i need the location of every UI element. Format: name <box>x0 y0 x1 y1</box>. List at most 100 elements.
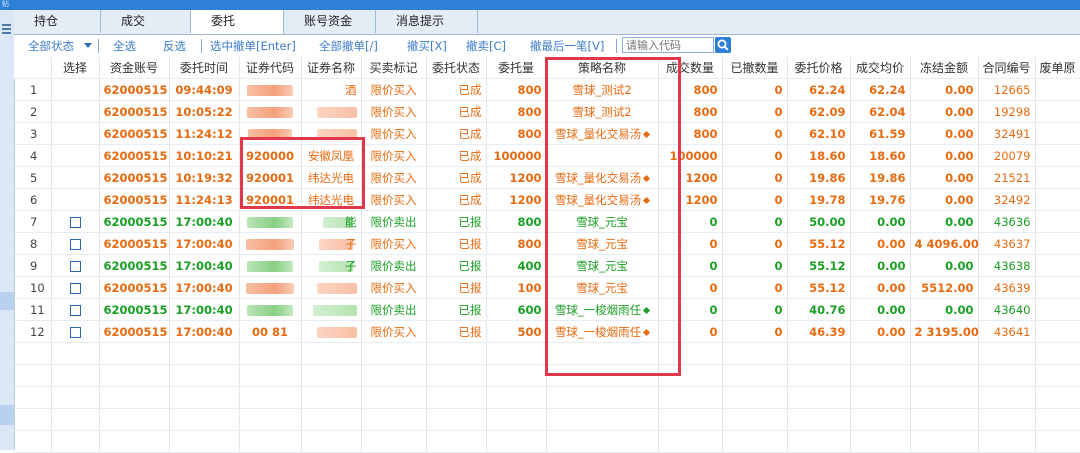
cell-order-time: 17:00:40 <box>169 276 240 299</box>
column-header[interactable]: 选择 <box>51 57 100 79</box>
cancel-selected-button[interactable]: 选中撤单[Enter] <box>210 38 296 54</box>
column-header[interactable]: 委托价格 <box>787 57 851 79</box>
table-row[interactable]: 12 62000515 17:00:40 00 81 限价买入 已报 500 雪球_一梭烟雨任… <box>14 320 1080 343</box>
empty-cell <box>787 342 851 365</box>
security-code: 920000 <box>245 148 294 163</box>
table-row[interactable]: 11 62000515 17:00:40 限价卖出 已报 600 雪球_一梭烟雨任 0 0 40.… <box>14 298 1080 321</box>
table-row[interactable]: 8 62000515 17:00:40 子限价买入 已报 800 雪球_元宝 0 0 55.12 0… <box>14 232 1080 255</box>
column-header[interactable]: 证券代码 <box>239 57 302 79</box>
column-header[interactable]: 合同编号 <box>978 57 1036 79</box>
panel-menu-icon[interactable] <box>2 24 11 38</box>
empty-cell <box>361 430 427 453</box>
row-checkbox[interactable] <box>69 326 81 338</box>
tab-messages[interactable]: 消息提示 <box>376 10 478 33</box>
row-index: 3 <box>14 122 52 145</box>
strategy-name: 雪球_一梭烟雨任 <box>554 324 642 339</box>
row-select-cell[interactable] <box>51 276 100 299</box>
empty-cell <box>301 342 362 365</box>
tab-orders[interactable]: 委托 <box>191 10 284 34</box>
empty-cell <box>169 408 240 431</box>
cell-side: 限价买入 <box>361 276 427 299</box>
cell-cancelled-qty: 0 <box>722 188 788 211</box>
cancel-last-button[interactable]: 撤最后一笔[V] <box>530 38 604 54</box>
select-all-button[interactable]: 全选 <box>113 38 136 54</box>
empty-cell <box>99 342 170 365</box>
table-row[interactable]: 3 62000515 11:24:12 限价买入 已成 800 雪球_量化交易汤 800 0 62… <box>14 122 1080 145</box>
empty-cell <box>658 386 723 409</box>
column-header[interactable]: 委托状态 <box>426 57 487 79</box>
redacted-name <box>316 106 357 118</box>
row-index: 10 <box>14 276 52 299</box>
table-row[interactable]: 5 62000515 10:19:32 920001 纬达光电 限价买入 已成 1200 雪球_… <box>14 166 1080 189</box>
column-header[interactable]: 废单原 <box>1035 57 1080 79</box>
empty-cell <box>301 364 362 387</box>
table-row[interactable]: 10 62000515 17:00:40 限价买入 已报 100 雪球_元宝 0 0 55.12 0… <box>14 276 1080 299</box>
column-header[interactable]: 买卖标记 <box>361 57 427 79</box>
table-row[interactable]: 4 62000515 10:10:21 920000 安徽凤凰 限价买入 已成 100000 1… <box>14 144 1080 167</box>
cell-cancelled-qty: 0 <box>722 78 788 101</box>
cell-account: 62000515 <box>99 188 170 211</box>
column-header[interactable]: 资金账号 <box>99 57 170 79</box>
column-header[interactable]: 冻结金额 <box>910 57 979 79</box>
cancel-sell-button[interactable]: 撤卖[C] <box>466 38 506 54</box>
column-header[interactable]: 策略名称 <box>546 57 659 79</box>
cell-security-code <box>239 254 302 277</box>
cell-filled-qty: 0 <box>658 298 723 321</box>
column-header[interactable]: 已撤数量 <box>722 57 788 79</box>
chevron-down-icon[interactable] <box>84 43 92 48</box>
search-button[interactable] <box>715 37 731 53</box>
row-select-cell[interactable] <box>51 320 100 343</box>
cell-order-status: 已成 <box>426 122 487 145</box>
cell-order-qty: 800 <box>486 210 547 233</box>
empty-cell <box>486 430 547 453</box>
empty-cell <box>239 408 302 431</box>
cancel-buy-button[interactable]: 撤买[X] <box>407 38 447 54</box>
empty-cell <box>426 386 487 409</box>
cell-frozen-amount: 0.00 <box>910 166 979 189</box>
empty-cell <box>910 430 979 453</box>
status-filter-dropdown[interactable]: 全部状态 <box>28 38 74 54</box>
column-header[interactable]: 证券名称 <box>301 57 362 79</box>
cell-avg-price: 61.59 <box>850 122 911 145</box>
table-row[interactable]: 7 62000515 17:00:40 能限价卖出 已报 800 雪球_元宝 0 0 50.00 0… <box>14 210 1080 233</box>
cell-side: 限价买入 <box>361 232 427 255</box>
tab-positions[interactable]: 持仓 <box>14 10 101 33</box>
cell-account: 62000515 <box>99 144 170 167</box>
row-select-cell[interactable] <box>51 210 100 233</box>
row-select-cell <box>51 188 100 211</box>
column-header[interactable]: 成交数量 <box>658 57 723 79</box>
column-header[interactable]: 委托时间 <box>169 57 240 79</box>
row-checkbox[interactable] <box>69 238 81 250</box>
empty-row <box>14 408 1080 431</box>
invert-selection-button[interactable]: 反选 <box>163 38 186 54</box>
row-checkbox[interactable] <box>69 260 81 272</box>
table-row[interactable]: 9 62000515 17:00:40 子限价卖出 已报 400 雪球_元宝 0 0 55.12 0… <box>14 254 1080 277</box>
row-checkbox[interactable] <box>69 282 81 294</box>
row-select-cell[interactable] <box>51 254 100 277</box>
tab-trades[interactable]: 成交 <box>101 10 191 33</box>
row-select-cell[interactable] <box>51 298 100 321</box>
row-checkbox[interactable] <box>69 216 81 228</box>
code-search-input[interactable] <box>622 37 714 53</box>
tab-account-funds[interactable]: 账号资金 <box>284 10 376 33</box>
redacted-name <box>316 128 357 140</box>
cell-security-code: 00 81 <box>239 320 302 343</box>
row-index: 9 <box>14 254 52 277</box>
cell-reject-reason <box>1035 78 1080 101</box>
table-row[interactable]: 2 62000515 10:05:22 限价买入 已成 800 雪球_测试2 800 0 62.0… <box>14 100 1080 123</box>
row-checkbox[interactable] <box>69 304 81 316</box>
security-name: 子 <box>345 258 357 273</box>
column-header[interactable]: 成交均价 <box>850 57 911 79</box>
row-select-cell[interactable] <box>51 232 100 255</box>
table-row[interactable]: 6 62000515 11:24:13 920001 纬达光电 限价买入 已成 1200 雪球_… <box>14 188 1080 211</box>
cell-avg-price: 0.00 <box>850 254 911 277</box>
left-splitter[interactable] <box>0 10 15 450</box>
window-titlebar: 帖 <box>0 0 1080 10</box>
cancel-all-button[interactable]: 全部撤单[/] <box>319 38 378 54</box>
cell-strategy: 雪球_测试2 <box>546 78 659 101</box>
cell-frozen-amount: 4 4096.00 <box>910 232 979 255</box>
table-row[interactable]: 1 62000515 09:44:09 酒限价买入 已成 800 雪球_测试2 800 0 62.… <box>14 78 1080 101</box>
empty-cell <box>99 430 170 453</box>
redacted-code <box>247 216 293 228</box>
column-header[interactable]: 委托量 <box>486 57 547 79</box>
